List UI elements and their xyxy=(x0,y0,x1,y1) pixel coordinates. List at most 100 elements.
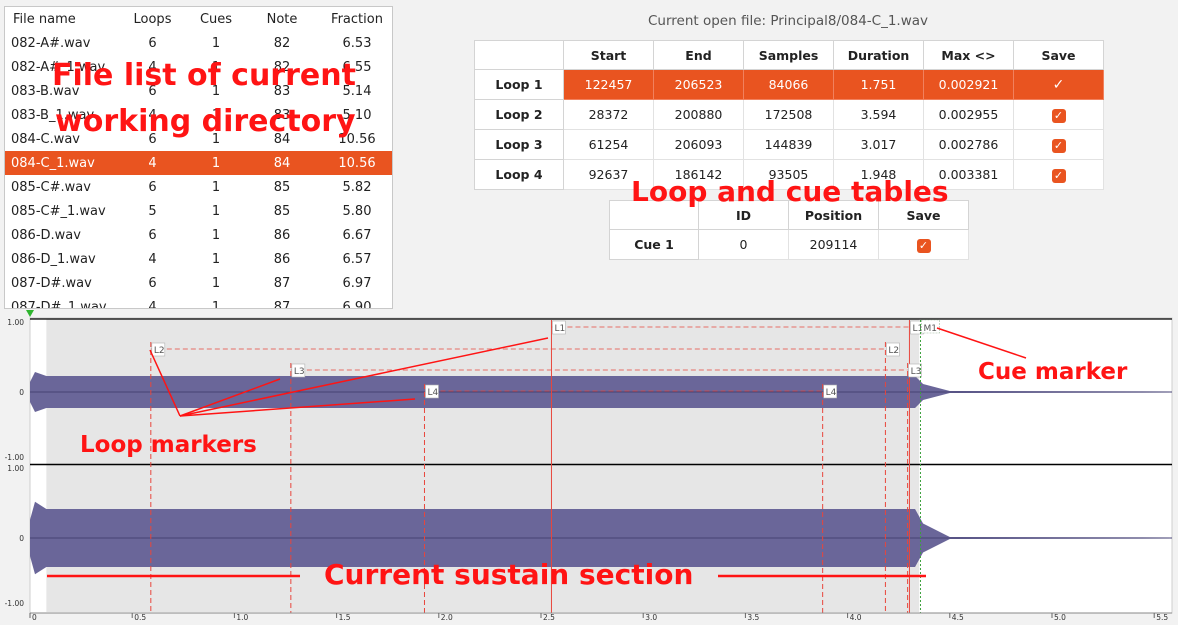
loop-cell-duration[interactable]: 3.017 xyxy=(833,129,924,160)
file-cell-loops: 6 xyxy=(148,35,157,51)
loop-marker-label: L3 xyxy=(294,367,305,377)
file-cell-fraction: 6.57 xyxy=(342,251,372,267)
file-row[interactable]: 086-D.wav 6 1 86 6.67 xyxy=(5,223,392,247)
loop-cell-duration[interactable]: 3.594 xyxy=(833,99,924,130)
save-checkbox[interactable]: ✓ xyxy=(1051,108,1066,123)
annotation-cue-marker: Cue marker xyxy=(978,359,1128,385)
column-header-file-name[interactable]: File name xyxy=(5,7,115,31)
save-checkbox[interactable]: ✓ xyxy=(1053,77,1065,93)
loop-cell-samples[interactable]: 84066 xyxy=(743,69,834,100)
file-cell-cues: 1 xyxy=(211,275,221,291)
save-checkbox[interactable]: ✓ xyxy=(1051,168,1066,183)
loop-marker-label: L2 xyxy=(154,346,165,356)
loop-row-label[interactable]: Loop 2 xyxy=(474,99,564,130)
file-cell-note: 87 xyxy=(273,299,291,309)
file-row[interactable]: 087-D#.wav 6 1 87 6.97 xyxy=(5,271,392,295)
cue-cell-position[interactable]: 209114 xyxy=(788,229,879,260)
file-cell-name: 082-A#.wav xyxy=(11,35,91,51)
file-cell-loops: 6 xyxy=(148,227,157,243)
cue-cell-id[interactable]: 0 xyxy=(698,229,789,260)
annotation-file-list-line1: File list of current xyxy=(52,58,356,93)
column-header-duration[interactable]: Duration xyxy=(833,40,924,70)
loop-row[interactable]: Loop 3 61254 206093 144839 3.017 0.002786 ✓ xyxy=(474,129,1104,160)
file-row[interactable]: 085-C#.wav 6 1 85 5.82 xyxy=(5,175,392,199)
x-axis-label: 1.0 xyxy=(236,613,248,622)
loop-marker-label: L1 xyxy=(554,324,565,334)
annotation-tables: Loop and cue tables xyxy=(631,175,949,208)
annotation-sustain-section: Current sustain section xyxy=(324,558,694,591)
file-cell-fraction: 5.80 xyxy=(342,203,372,219)
file-row[interactable]: 082-A#.wav 6 1 82 6.53 xyxy=(5,31,392,55)
loop-cell-start[interactable]: 122457 xyxy=(563,69,654,100)
file-cell-loops: 6 xyxy=(148,179,157,195)
file-cell-loops: 4 xyxy=(115,151,190,175)
column-header-loops[interactable]: Loops xyxy=(115,7,190,31)
loop-cell-start[interactable]: 61254 xyxy=(563,129,654,160)
x-axis-label: 0.5 xyxy=(134,613,146,622)
file-cell-cues: 1 xyxy=(190,151,242,175)
loop-table-header: Start End Samples Duration Max <> Save xyxy=(474,40,1104,70)
loop-save-cell: ✓ xyxy=(1013,69,1104,100)
loop-cell-max[interactable]: 0.002786 xyxy=(923,129,1014,160)
file-cell-note: 85 xyxy=(273,203,291,219)
file-cell-loops: 4 xyxy=(148,251,157,267)
column-header-fraction[interactable]: Fraction xyxy=(322,7,392,31)
x-axis-label: 1.5 xyxy=(339,613,351,622)
file-cell-fraction: 6.90 xyxy=(342,299,372,309)
column-header-max[interactable]: Max <> xyxy=(923,40,1014,70)
loop-cell-samples[interactable]: 172508 xyxy=(743,99,834,130)
file-cell-cues: 1 xyxy=(211,299,221,309)
column-header-save[interactable]: Save xyxy=(1013,40,1104,70)
loop-row[interactable]: Loop 1 122457 206523 84066 1.751 0.002921 ✓ xyxy=(474,69,1104,100)
cue-row[interactable]: Cue 1 0 209114 ✓ xyxy=(609,229,969,260)
loop-marker-label: L4 xyxy=(826,388,837,398)
loop-cell-max[interactable]: 0.002955 xyxy=(923,99,1014,130)
column-header-note[interactable]: Note xyxy=(242,7,322,31)
loop-row-label[interactable]: Loop 1 xyxy=(474,69,564,100)
file-cell-name: 087-D#_1.wav xyxy=(11,299,107,309)
x-axis-label: 3.5 xyxy=(747,613,759,622)
file-row[interactable]: 084-C_1.wav 4 1 84 10.56 xyxy=(5,151,392,175)
file-row[interactable]: 087-D#_1.wav 4 1 87 6.90 xyxy=(5,295,392,309)
loop-cell-end[interactable]: 200880 xyxy=(653,99,744,130)
file-list-header: File name Loops Cues Note Fraction xyxy=(5,7,392,31)
y-axis-label: 0 xyxy=(19,534,24,543)
loop-cell-max[interactable]: 0.002921 xyxy=(923,69,1014,100)
loop-cell-start[interactable]: 28372 xyxy=(563,99,654,130)
x-axis-label: 0 xyxy=(32,613,37,622)
loop-save-cell: ✓ xyxy=(1013,99,1104,130)
file-cell-fraction: 6.97 xyxy=(342,275,372,291)
file-cell-note: 85 xyxy=(273,179,291,195)
file-cell-cues: 1 xyxy=(211,227,221,243)
column-header-start[interactable]: Start xyxy=(563,40,654,70)
playhead-icon[interactable] xyxy=(26,310,34,317)
file-list-panel[interactable]: File name Loops Cues Note Fraction 082-A… xyxy=(4,6,393,309)
file-cell-name: 087-D#.wav xyxy=(11,275,92,291)
loop-cell-end[interactable]: 206093 xyxy=(653,129,744,160)
loop-row[interactable]: Loop 2 28372 200880 172508 3.594 0.002955 ✓ xyxy=(474,99,1104,130)
cue-table: ID Position Save Cue 1 0 209114 ✓ xyxy=(609,200,969,260)
loop-cell-duration[interactable]: 1.751 xyxy=(833,69,924,100)
loop-cell-samples[interactable]: 144839 xyxy=(743,129,834,160)
file-cell-note: 84 xyxy=(242,151,322,175)
save-checkbox[interactable]: ✓ xyxy=(916,238,931,253)
file-cell-note: 86 xyxy=(273,251,291,267)
loop-row-label[interactable]: Loop 4 xyxy=(474,159,564,190)
loop-row-label[interactable]: Loop 3 xyxy=(474,129,564,160)
loop-cell-end[interactable]: 206523 xyxy=(653,69,744,100)
file-row[interactable]: 085-C#_1.wav 5 1 85 5.80 xyxy=(5,199,392,223)
y-axis-label: -1.00 xyxy=(5,453,25,462)
column-header-cues[interactable]: Cues xyxy=(190,7,242,31)
file-row[interactable]: 086-D_1.wav 4 1 86 6.57 xyxy=(5,247,392,271)
file-cell-fraction: 6.67 xyxy=(342,227,372,243)
column-header-end[interactable]: End xyxy=(653,40,744,70)
x-axis-label: 2.0 xyxy=(441,613,453,622)
y-axis-label: 1.00 xyxy=(7,464,24,473)
cue-row-label[interactable]: Cue 1 xyxy=(609,229,699,260)
save-checkbox[interactable]: ✓ xyxy=(1051,138,1066,153)
file-cell-fraction: 5.82 xyxy=(342,179,372,195)
file-cell-cues: 1 xyxy=(211,203,221,219)
annotation-loop-markers: Loop markers xyxy=(80,432,257,458)
column-header-samples[interactable]: Samples xyxy=(743,40,834,70)
loop-table: Start End Samples Duration Max <> Save L… xyxy=(474,40,1104,190)
